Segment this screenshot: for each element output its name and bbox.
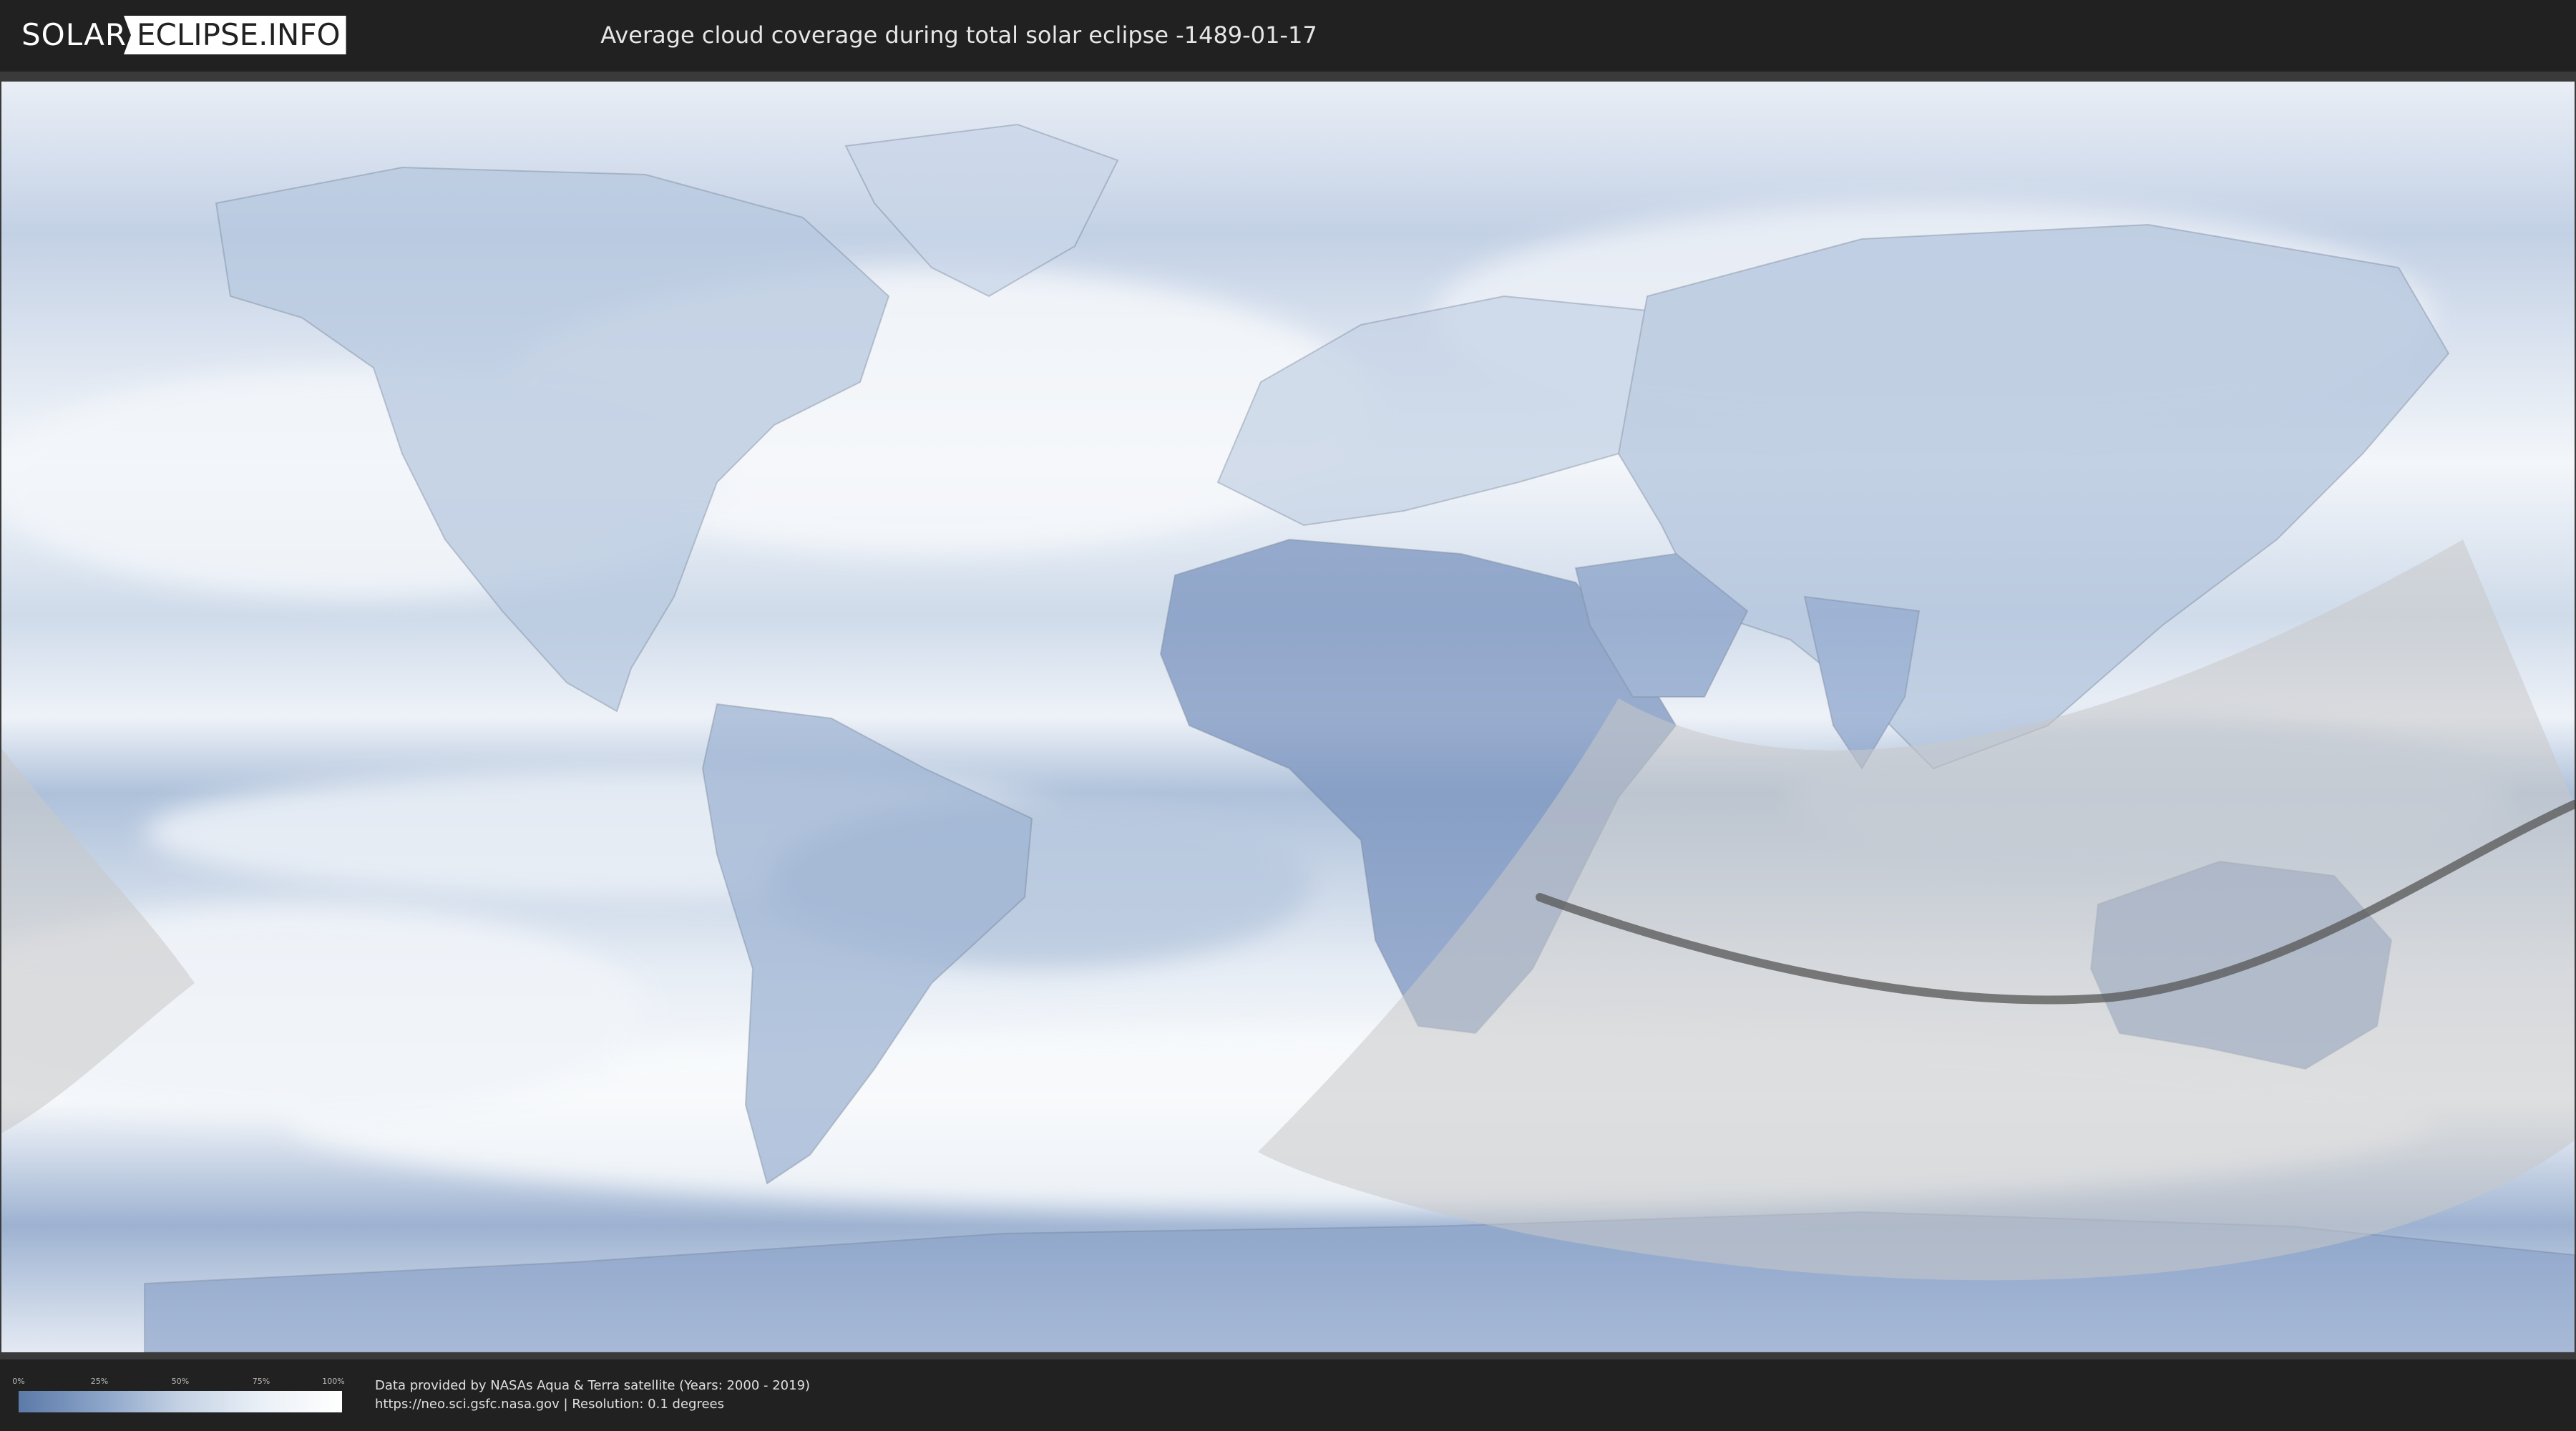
- cloud-coverage-map[interactable]: [1, 82, 2575, 1352]
- legend-ticks: 0% 25% 50% 75% 100%: [12, 1377, 345, 1387]
- legend-tick-50: 50%: [171, 1377, 190, 1386]
- legend-tick-100: 100%: [322, 1377, 345, 1386]
- footer-bar: 0% 25% 50% 75% 100% Data provided by NAS…: [0, 1359, 2576, 1431]
- legend-tick-0: 0%: [12, 1377, 25, 1386]
- page-title: Average cloud coverage during total sola…: [600, 21, 1317, 49]
- legend-tick-25: 25%: [90, 1377, 109, 1386]
- data-source-line[interactable]: https://neo.sci.gsfc.nasa.gov | Resoluti…: [375, 1397, 724, 1412]
- map-canvas: [1, 82, 2575, 1352]
- legend-tick-75: 75%: [252, 1377, 270, 1386]
- map-frame: [0, 72, 2576, 1359]
- header-bar: SOLAR ECLIPSE.INFO Average cloud coverag…: [0, 0, 2576, 72]
- data-credit-line: Data provided by NASAs Aqua & Terra sate…: [375, 1378, 811, 1393]
- cloud-coverage-legend-bar: [19, 1391, 342, 1412]
